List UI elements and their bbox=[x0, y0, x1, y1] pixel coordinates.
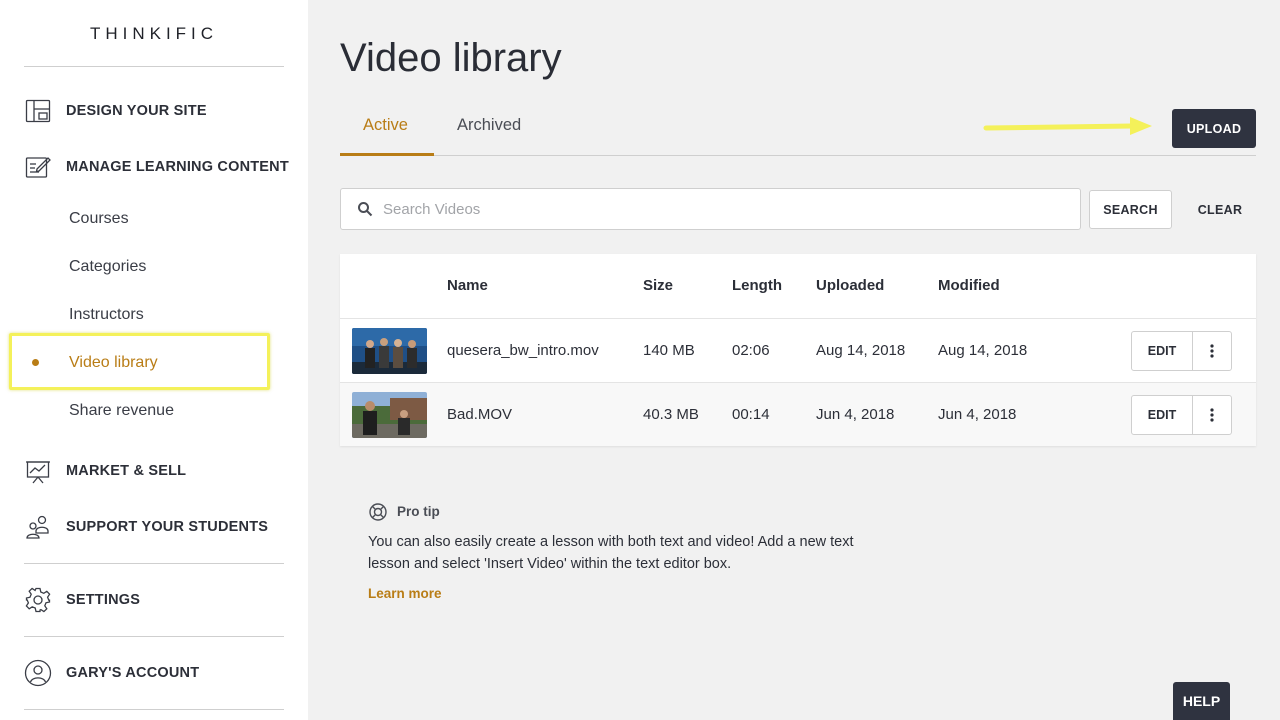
column-header-name[interactable]: Name bbox=[447, 277, 488, 294]
gear-icon bbox=[24, 586, 52, 614]
row-actions: EDIT bbox=[1131, 395, 1232, 435]
video-name[interactable]: quesera_bw_intro.mov bbox=[447, 342, 599, 359]
pro-tip-body: You can also easily create a lesson with… bbox=[368, 534, 854, 572]
edit-button[interactable]: EDIT bbox=[1132, 332, 1193, 370]
video-uploaded: Aug 14, 2018 bbox=[816, 342, 906, 359]
layout-icon bbox=[24, 97, 52, 125]
sidebar-item-label: DESIGN YOUR SITE bbox=[66, 103, 207, 119]
more-options-button[interactable] bbox=[1193, 396, 1231, 434]
lifebuoy-icon bbox=[369, 503, 387, 521]
sidebar-divider bbox=[24, 709, 284, 710]
column-header-size[interactable]: Size bbox=[643, 277, 673, 294]
video-length: 02:06 bbox=[732, 342, 770, 359]
more-options-button[interactable] bbox=[1193, 332, 1231, 370]
kebab-menu-icon bbox=[1210, 344, 1214, 358]
video-table: Name Size Length Uploaded Modified quese… bbox=[340, 254, 1256, 446]
user-circle-icon bbox=[24, 659, 52, 687]
learn-more-link[interactable]: Learn more bbox=[368, 586, 442, 601]
sidebar-subitem-share-revenue[interactable]: Share revenue bbox=[69, 402, 174, 420]
sidebar-item-account[interactable]: GARY'S ACCOUNT bbox=[24, 658, 199, 688]
column-header-modified[interactable]: Modified bbox=[938, 277, 1000, 294]
column-header-uploaded[interactable]: Uploaded bbox=[816, 277, 884, 294]
row-actions: EDIT bbox=[1131, 331, 1232, 371]
video-uploaded: Jun 4, 2018 bbox=[816, 406, 895, 423]
sidebar-item-label: MARKET & SELL bbox=[66, 463, 187, 479]
pro-tip-title: Pro tip bbox=[397, 504, 440, 519]
sidebar-divider bbox=[24, 66, 284, 67]
video-length: 00:14 bbox=[732, 406, 770, 423]
sidebar-item-market-sell[interactable]: MARKET & SELL bbox=[24, 456, 186, 486]
tabs-divider bbox=[340, 155, 1256, 156]
video-name[interactable]: Bad.MOV bbox=[447, 406, 512, 423]
table-row[interactable]: Bad.MOV 40.3 MB 00:14 Jun 4, 2018 Jun 4,… bbox=[340, 382, 1256, 446]
help-button[interactable]: HELP bbox=[1173, 682, 1230, 720]
annotation-highlight-box bbox=[9, 333, 270, 390]
sidebar-item-settings[interactable]: SETTINGS bbox=[24, 585, 140, 615]
sidebar-item-label: GARY'S ACCOUNT bbox=[66, 665, 200, 681]
video-size: 140 MB bbox=[643, 342, 695, 359]
sidebar-subitem-courses[interactable]: Courses bbox=[69, 210, 129, 228]
search-button[interactable]: SEARCH bbox=[1089, 190, 1172, 229]
clear-button[interactable]: CLEAR bbox=[1190, 190, 1250, 229]
tab-archived[interactable]: Archived bbox=[457, 116, 521, 135]
edit-button[interactable]: EDIT bbox=[1132, 396, 1193, 434]
sidebar-divider bbox=[24, 563, 284, 564]
sidebar-subitem-categories[interactable]: Categories bbox=[69, 258, 146, 276]
video-modified: Jun 4, 2018 bbox=[938, 406, 1017, 423]
students-icon bbox=[24, 513, 52, 541]
upload-button[interactable]: UPLOAD bbox=[1172, 109, 1256, 148]
video-thumbnail[interactable] bbox=[352, 392, 427, 438]
kebab-menu-icon bbox=[1210, 408, 1214, 422]
column-header-length[interactable]: Length bbox=[732, 277, 782, 294]
sidebar-item-label: SETTINGS bbox=[66, 592, 141, 608]
search-input[interactable] bbox=[383, 200, 1063, 218]
chart-board-icon bbox=[24, 457, 52, 485]
sidebar: THINKIFIC DESIGN YOUR SITE MANAGE LEARNI… bbox=[0, 0, 308, 720]
thinkific-logo[interactable]: THINKIFIC bbox=[0, 24, 308, 44]
search-icon bbox=[357, 201, 373, 217]
sidebar-item-manage-learning-content[interactable]: MANAGE LEARNING CONTENT bbox=[24, 152, 289, 182]
sidebar-item-support-your-students[interactable]: SUPPORT YOUR STUDENTS bbox=[24, 512, 268, 542]
sidebar-subitem-instructors[interactable]: Instructors bbox=[69, 306, 144, 324]
active-tab-underline bbox=[340, 153, 434, 156]
video-thumbnail[interactable] bbox=[352, 328, 427, 374]
sidebar-divider bbox=[24, 636, 284, 637]
tab-active[interactable]: Active bbox=[363, 116, 408, 135]
edit-content-icon bbox=[24, 153, 52, 181]
table-row[interactable]: quesera_bw_intro.mov 140 MB 02:06 Aug 14… bbox=[340, 318, 1256, 382]
page-title: Video library bbox=[340, 36, 562, 80]
annotation-arrow-icon bbox=[983, 117, 1152, 135]
search-field[interactable] bbox=[340, 188, 1081, 230]
sidebar-item-label: MANAGE LEARNING CONTENT bbox=[66, 159, 289, 175]
sidebar-item-label: SUPPORT YOUR STUDENTS bbox=[66, 519, 269, 535]
video-size: 40.3 MB bbox=[643, 406, 699, 423]
sidebar-item-design-your-site[interactable]: DESIGN YOUR SITE bbox=[24, 96, 207, 126]
video-modified: Aug 14, 2018 bbox=[938, 342, 1028, 359]
